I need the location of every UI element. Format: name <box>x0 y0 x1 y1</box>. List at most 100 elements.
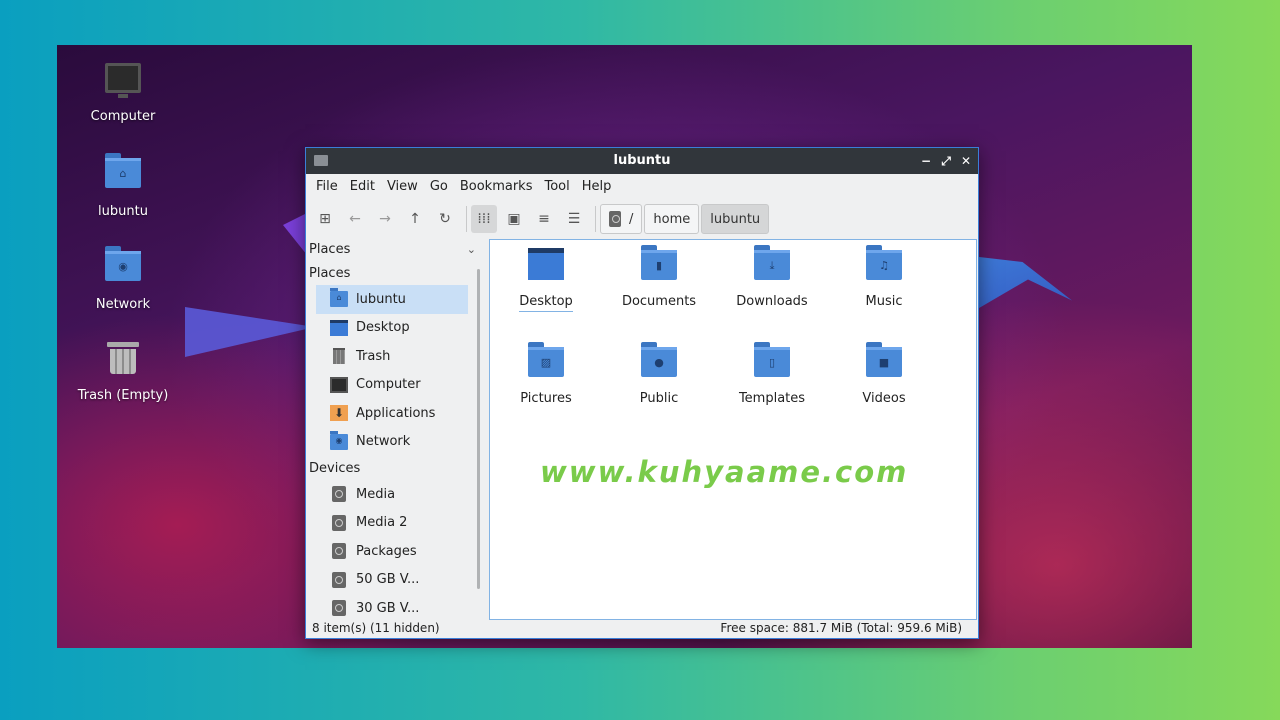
desktop-icon-computer[interactable]: Computer <box>68 59 178 124</box>
videos-folder-icon: ■ <box>866 342 902 377</box>
maximize-button[interactable]: ⤢ <box>940 148 952 174</box>
file-item-pictures[interactable]: ▨ Pictures <box>496 342 596 408</box>
item-count-status: 8 item(s) (11 hidden) <box>312 621 440 635</box>
path-segment-label: / <box>629 211 634 227</box>
minimize-button[interactable]: − <box>920 148 932 174</box>
desktop-icon-lubuntu[interactable]: ⌂ lubuntu <box>68 152 178 219</box>
sidebar: Places ⌄ Places ⌂ lubuntu Desktop Trash … <box>306 239 484 620</box>
window-titlebar[interactable]: lubuntu − ⤢ ✕ <box>306 148 978 174</box>
path-home-button[interactable]: home <box>644 204 700 234</box>
toolbar-separator <box>595 206 596 232</box>
public-folder-icon: ● <box>641 342 677 377</box>
desktop-icon-label: Trash (Empty) <box>77 388 169 403</box>
sidebar-item-lubuntu[interactable]: ⌂ lubuntu <box>316 285 468 314</box>
file-item-label: Templates <box>738 391 806 406</box>
sidebar-item-packages[interactable]: Packages <box>316 537 468 566</box>
file-item-desktop[interactable]: Desktop <box>496 246 596 312</box>
templates-folder-icon: ▯ <box>754 342 790 377</box>
path-segment-label: home <box>653 211 691 227</box>
menu-file[interactable]: File <box>310 179 344 194</box>
menubar: File Edit View Go Bookmarks Tool Help <box>306 174 978 199</box>
file-view[interactable]: Desktop ▮ Documents ⤓ Downloads ♫ Music … <box>489 239 977 620</box>
sidebar-mode-dropdown[interactable]: Places ⌄ <box>306 239 484 261</box>
trash-icon <box>333 348 345 365</box>
sidebar-item-50gb-volume[interactable]: 50 GB V... <box>316 566 468 595</box>
main-content: Places ⌄ Places ⌂ lubuntu Desktop Trash … <box>306 239 978 620</box>
up-arrow-icon[interactable]: ↑ <box>402 205 428 233</box>
desktop-icon <box>330 319 348 336</box>
desktop-icon-trash[interactable]: Trash (Empty) <box>68 338 178 403</box>
sidebar-item-applications[interactable]: ⬇ Applications <box>316 399 468 428</box>
sidebar-item-network[interactable]: ◉ Network <box>316 428 468 457</box>
detailed-list-view-icon[interactable]: ☰ <box>561 205 587 233</box>
network-folder-icon: ◉ <box>103 246 143 291</box>
menu-edit[interactable]: Edit <box>344 179 381 194</box>
desktop-icon-label: Network <box>95 297 151 312</box>
window-title: lubuntu <box>613 153 671 168</box>
drive-icon <box>332 514 346 531</box>
sidebar-item-label: lubuntu <box>356 291 406 307</box>
wallpaper-shape <box>283 213 307 255</box>
applications-icon: ⬇ <box>330 405 348 422</box>
sidebar-scrollbar[interactable] <box>477 269 480 589</box>
compact-view-icon[interactable]: ≡ <box>531 205 557 233</box>
sidebar-item-label: Media 2 <box>356 515 408 531</box>
reload-icon[interactable]: ↻ <box>432 205 458 233</box>
downloads-folder-icon: ⤓ <box>754 245 790 280</box>
menu-bookmarks[interactable]: Bookmarks <box>454 179 539 194</box>
forward-arrow-icon[interactable]: → <box>372 205 398 233</box>
menu-view[interactable]: View <box>381 179 424 194</box>
desktop-folder-icon <box>528 248 564 280</box>
sidebar-mode-label: Places <box>309 242 351 257</box>
sidebar-item-label: Applications <box>356 405 436 421</box>
file-item-label: Music <box>865 294 903 309</box>
sidebar-item-trash[interactable]: Trash <box>316 342 468 371</box>
devices-section-header: Devices <box>309 461 361 476</box>
disk-icon <box>609 211 621 227</box>
computer-icon <box>330 376 348 393</box>
drive-icon <box>332 571 346 588</box>
sidebar-item-label: Media <box>356 486 396 502</box>
toolbar: ⊞ ← → ↑ ↻ ⁞⁞⁞ ▣ ≡ ☰ / home lubuntu <box>306 199 978 239</box>
menu-help[interactable]: Help <box>576 179 618 194</box>
file-item-label: Desktop <box>519 294 573 312</box>
home-folder-icon: ⌂ <box>330 288 348 308</box>
trash-icon <box>103 342 143 382</box>
file-item-videos[interactable]: ■ Videos <box>834 342 934 408</box>
pictures-folder-icon: ▨ <box>528 342 564 377</box>
free-space-status: Free space: 881.7 MiB (Total: 959.6 MiB) <box>720 621 962 635</box>
file-item-label: Pictures <box>520 391 572 406</box>
sidebar-item-30gb-volume[interactable]: 30 GB V... <box>316 594 468 620</box>
menu-go[interactable]: Go <box>424 179 454 194</box>
sidebar-item-media[interactable]: Media <box>316 480 468 509</box>
sidebar-item-computer[interactable]: Computer <box>316 371 468 400</box>
file-item-documents[interactable]: ▮ Documents <box>609 245 709 311</box>
close-button[interactable]: ✕ <box>960 148 972 174</box>
drive-icon <box>332 543 346 560</box>
menu-tool[interactable]: Tool <box>538 179 575 194</box>
sidebar-item-desktop[interactable]: Desktop <box>316 314 468 343</box>
path-root-button[interactable]: / <box>600 204 643 234</box>
new-tab-icon[interactable]: ⊞ <box>312 205 338 233</box>
sidebar-item-label: Network <box>356 434 411 450</box>
home-folder-icon: ⌂ <box>103 153 143 198</box>
file-item-templates[interactable]: ▯ Templates <box>722 342 822 408</box>
sidebar-item-media-2[interactable]: Media 2 <box>316 509 468 538</box>
file-item-public[interactable]: ● Public <box>609 342 709 408</box>
sidebar-item-label: 50 GB V... <box>356 572 420 588</box>
desktop-icon-network[interactable]: ◉ Network <box>68 245 178 312</box>
chevron-down-icon: ⌄ <box>466 243 476 256</box>
file-item-label: Videos <box>862 391 906 406</box>
file-manager-window: lubuntu − ⤢ ✕ File Edit View Go Bookmark… <box>305 147 979 639</box>
sidebar-item-label: 30 GB V... <box>356 600 420 616</box>
thumbnail-view-icon[interactable]: ▣ <box>501 205 527 233</box>
toolbar-separator <box>466 206 467 232</box>
file-item-music[interactable]: ♫ Music <box>834 245 934 311</box>
status-bar: 8 item(s) (11 hidden) Free space: 881.7 … <box>306 618 978 638</box>
path-segment-label: lubuntu <box>710 211 761 227</box>
file-item-downloads[interactable]: ⤓ Downloads <box>722 245 822 311</box>
back-arrow-icon[interactable]: ← <box>342 205 368 233</box>
path-lubuntu-button[interactable]: lubuntu <box>701 204 770 234</box>
drive-icon <box>332 486 346 503</box>
icon-view-icon[interactable]: ⁞⁞⁞ <box>471 205 497 233</box>
